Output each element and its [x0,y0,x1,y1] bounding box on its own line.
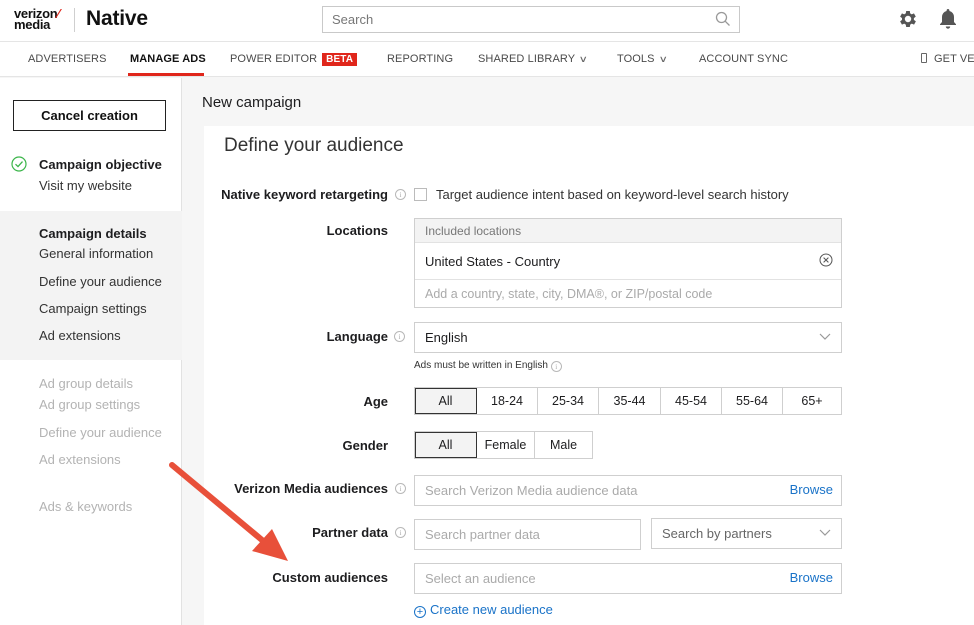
language-select[interactable]: English [414,322,842,353]
step-objective-value: Visit my website [39,178,132,193]
locations-label: Locations [326,223,388,238]
product-name: Native [86,7,148,30]
locations-header: Included locations [415,219,841,243]
nav-tools-label: TOOLS [617,53,655,65]
nav-shared-library-label: SHARED LIBRARY [478,53,576,65]
nav-power-editor[interactable]: POWER EDITOR BETA [230,53,358,66]
step-ad-group-extensions: Ad extensions [39,452,121,467]
location-search-input[interactable]: Add a country, state, city, DMA®, or ZIP… [425,287,712,301]
language-label: Language [326,329,388,344]
step-campaign-details[interactable]: Campaign details [39,226,147,241]
nav-manage-ads[interactable]: MANAGE ADS [130,53,206,65]
nav-power-editor-label: POWER EDITOR [230,53,318,65]
nav-account-sync[interactable]: ACCOUNT SYNC [699,53,788,65]
age-option-55-64[interactable]: 55-64 [722,388,783,414]
age-option-35-44[interactable]: 35-44 [599,388,661,414]
info-icon[interactable]: i [550,361,562,372]
custom-audiences-input[interactable]: Select an audience Browse [414,563,842,594]
verizon-audiences-browse-button[interactable]: Browse [790,482,833,497]
partner-data-label: Partner data [312,525,388,540]
keyword-retargeting-checkbox-label[interactable]: Target audience intent based on keyword-… [436,187,789,202]
beta-badge: BETA [322,53,358,66]
gender-selector: All Female Male [414,431,593,459]
nav-tools[interactable]: TOOLS ∨ [617,53,668,65]
create-new-audience-label: Create new audience [430,602,553,617]
check-circle-icon [11,156,27,172]
bell-icon[interactable] [937,7,959,31]
age-option-18-24[interactable]: 18-24 [477,388,538,414]
language-hint: Ads must be written in English i [414,360,562,372]
locations-field: Included locations United States - Count… [414,218,842,308]
locations-header-label: Included locations [425,224,522,238]
info-icon[interactable]: i [395,189,406,200]
step-ad-group-settings: Ad group settings [39,397,141,412]
custom-audiences-placeholder: Select an audience [425,571,536,586]
step-campaign-settings[interactable]: Campaign settings [39,301,147,316]
age-label: Age [363,394,388,409]
top-bar: verizon⁄ media Native Search [0,0,974,42]
info-icon[interactable]: i [394,331,405,342]
chevron-down-icon: ∨ [658,54,668,64]
main-nav: ADVERTISERS MANAGE ADS POWER EDITOR BETA … [0,42,974,77]
step-ads-keywords: Ads & keywords [39,499,133,514]
step-ad-group-audience: Define your audience [39,425,162,440]
steps-sidebar: Cancel creation Campaign objective Visit… [0,78,182,625]
partner-data-input[interactable]: Search partner data [414,519,641,550]
partner-select-value: Search by partners [662,526,772,541]
keyword-retargeting-checkbox[interactable] [414,188,427,201]
verizon-audiences-placeholder: Search Verizon Media audience data [425,483,638,498]
age-option-all[interactable]: All [415,388,477,414]
info-icon[interactable]: i [395,483,406,494]
age-option-65-plus[interactable]: 65+ [783,388,841,414]
gear-icon[interactable] [897,8,919,30]
keyword-retargeting-label: Native keyword retargeting [221,187,388,202]
search-input[interactable]: Search [322,6,740,33]
custom-audiences-browse-button[interactable]: Browse [790,570,833,585]
nav-shared-library[interactable]: SHARED LIBRARY ∨ [478,53,589,65]
gender-option-female[interactable]: Female [477,432,535,458]
cancel-creation-button[interactable]: Cancel creation [13,100,166,131]
step-general-information[interactable]: General information [39,246,153,261]
nav-reporting[interactable]: REPORTING [387,53,453,65]
nav-advertisers[interactable]: ADVERTISERS [28,53,107,65]
verizon-audiences-input[interactable]: Search Verizon Media audience data Brows… [414,475,842,506]
partner-select[interactable]: Search by partners [651,518,842,549]
age-option-45-54[interactable]: 45-54 [661,388,722,414]
nav-active-indicator [128,73,204,76]
title-bar [183,78,974,126]
age-selector: All 18-24 25-34 35-44 45-54 55-64 65+ [414,387,842,415]
step-ad-group-details: Ad group details [39,376,133,391]
nav-get-app-label: GET VE [934,53,974,65]
chevron-down-icon [819,333,831,340]
gender-option-all[interactable]: All [415,432,477,458]
phone-icon [921,53,927,63]
locations-divider [415,279,841,280]
plus-circle-icon: + [414,606,426,618]
verizon-media-logo[interactable]: verizon⁄ media [14,7,62,31]
step-ad-extensions[interactable]: Ad extensions [39,328,121,343]
age-option-25-34[interactable]: 25-34 [538,388,599,414]
language-hint-text: Ads must be written in English [414,360,548,371]
step-campaign-objective[interactable]: Campaign objective [39,157,162,172]
search-placeholder: Search [332,12,374,27]
info-icon[interactable]: i [395,527,406,538]
search-icon[interactable] [715,11,731,27]
gender-option-male[interactable]: Male [535,432,592,458]
section-title: Define your audience [224,135,404,156]
partner-data-placeholder: Search partner data [425,527,540,542]
logo-divider [74,8,75,32]
create-new-audience-link[interactable]: + Create new audience [414,602,553,618]
step-define-audience[interactable]: Define your audience [39,274,162,289]
location-item: United States - Country [425,254,561,269]
gender-label: Gender [342,438,388,453]
annotation-arrow [169,462,288,561]
page-title: New campaign [202,94,302,111]
chevron-down-icon: ∨ [578,54,589,64]
chevron-down-icon [819,529,831,536]
nav-get-app[interactable]: GET VE [921,53,974,65]
language-value: English [425,330,468,345]
remove-location-icon[interactable] [819,253,833,267]
